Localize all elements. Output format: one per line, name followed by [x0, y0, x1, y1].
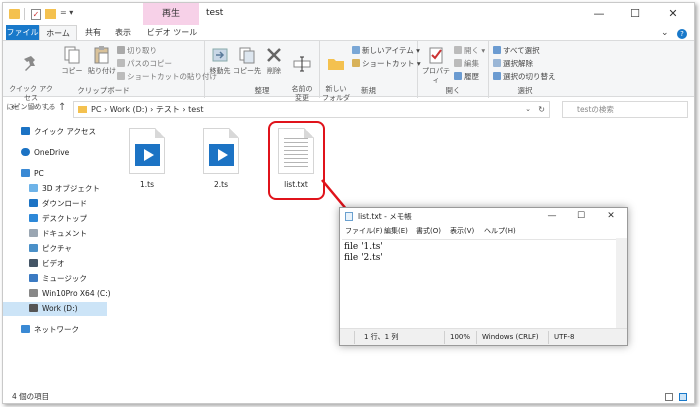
menu-file[interactable]: ファイル(F): [345, 225, 383, 238]
menu-format[interactable]: 書式(O): [416, 225, 441, 238]
notepad-text-area[interactable]: file '1.ts' file '2.ts': [342, 239, 616, 329]
notepad-icon: [345, 212, 353, 221]
notepad-maximize-button[interactable]: ☐: [566, 208, 596, 225]
zoom-level: 100%: [450, 333, 471, 341]
notepad-status-bar: 1 行、1 列 100% Windows (CRLF) UTF-8: [340, 328, 627, 345]
menu-view[interactable]: 表示(V): [450, 225, 474, 238]
text-line: file '2.ts': [344, 253, 383, 263]
notepad-title-bar: list.txt - メモ帳 — ☐ ✕: [340, 208, 627, 225]
cursor-position: 1 行、1 列: [364, 333, 399, 341]
notepad-title: list.txt - メモ帳: [358, 212, 412, 221]
notepad-close-button[interactable]: ✕: [596, 208, 626, 225]
text-line: file '1.ts': [344, 242, 383, 252]
notepad-menu-bar: ファイル(F) 編集(E) 書式(O) 表示(V) ヘルプ(H): [340, 225, 627, 238]
encoding: UTF-8: [554, 333, 575, 341]
notepad-window: list.txt - メモ帳 — ☐ ✕ ファイル(F) 編集(E) 書式(O)…: [339, 207, 628, 346]
notepad-minimize-button[interactable]: —: [537, 208, 567, 225]
vertical-scrollbar[interactable]: [616, 238, 627, 329]
menu-edit[interactable]: 編集(E): [384, 225, 408, 238]
menu-help[interactable]: ヘルプ(H): [484, 225, 516, 238]
line-ending: Windows (CRLF): [482, 333, 539, 341]
